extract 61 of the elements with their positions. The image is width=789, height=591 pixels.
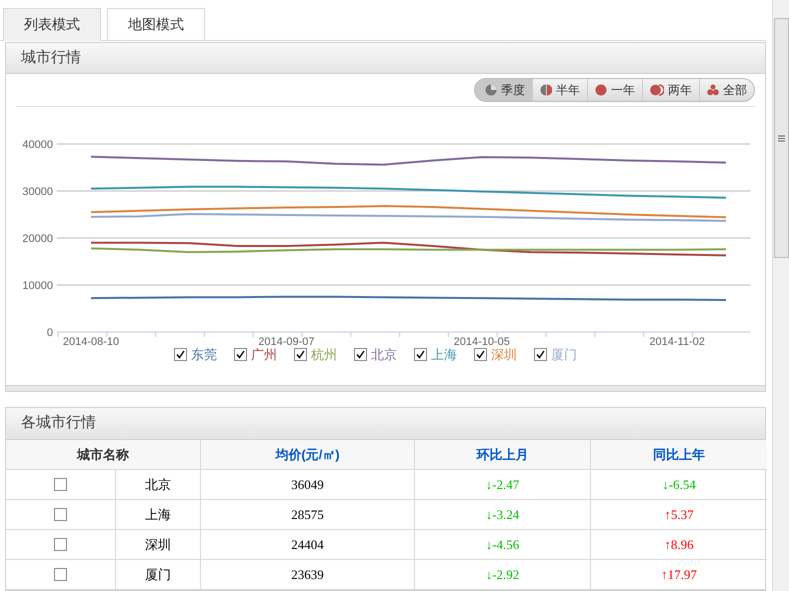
x-axis-label: 2014-08-10 bbox=[62, 336, 120, 348]
y-axis-label: 40000 bbox=[22, 139, 53, 151]
table-cell: 28575 bbox=[201, 500, 415, 530]
table-cell: 深圳 bbox=[116, 530, 201, 560]
column-header[interactable]: 均价(元/㎡) bbox=[201, 440, 415, 470]
legend-checkbox[interactable] bbox=[174, 348, 187, 362]
panel-title: 城市行情 bbox=[21, 48, 81, 68]
range-button[interactable]: 两年 bbox=[643, 79, 700, 101]
legend-label[interactable]: 广州 bbox=[251, 345, 277, 364]
table-cell: ↓-6.54 bbox=[591, 470, 767, 500]
legend-checkbox[interactable] bbox=[534, 348, 547, 362]
half-circle-icon bbox=[540, 84, 552, 96]
y-axis-label: 0 bbox=[46, 327, 53, 339]
legend-label[interactable]: 北京 bbox=[371, 345, 397, 364]
column-header[interactable]: 环比上月 bbox=[415, 440, 591, 470]
legend-label[interactable]: 东莞 bbox=[191, 345, 217, 364]
table-cell: ↑5.37 bbox=[591, 500, 767, 530]
x-axis-label: 2014-10-05 bbox=[454, 336, 510, 348]
table-cell: ↓-3.24 bbox=[415, 500, 591, 530]
table-cell: 24404 bbox=[201, 530, 415, 560]
y-axis-label: 30000 bbox=[22, 186, 53, 198]
circles-cluster-icon bbox=[707, 84, 719, 96]
legend-checkbox[interactable] bbox=[474, 348, 487, 362]
table-cell: ↑17.97 bbox=[591, 560, 767, 590]
table-cell: 北京 bbox=[116, 470, 201, 500]
legend-checkbox[interactable] bbox=[294, 348, 307, 362]
scrollbar-thumb[interactable] bbox=[774, 18, 788, 258]
y-axis-label: 10000 bbox=[22, 280, 53, 292]
range-button[interactable]: 一年 bbox=[588, 79, 643, 101]
table-cell: ↓-4.56 bbox=[415, 530, 591, 560]
row-checkbox[interactable] bbox=[54, 568, 67, 581]
table-cell: 厦门 bbox=[116, 560, 201, 590]
row-checkbox[interactable] bbox=[54, 478, 67, 491]
column-header: 城市名称 bbox=[6, 440, 201, 470]
panel-title: 各城市行情 bbox=[21, 413, 96, 434]
legend-checkbox[interactable] bbox=[414, 348, 427, 362]
tab[interactable]: 列表模式 bbox=[3, 8, 101, 41]
range-button[interactable]: 半年 bbox=[533, 79, 588, 101]
table-cell: 23639 bbox=[201, 560, 415, 590]
grip-icon bbox=[778, 134, 784, 142]
range-button[interactable]: 全部 bbox=[700, 79, 754, 101]
table-cell: 36049 bbox=[201, 470, 415, 500]
x-axis-label: 2014-11-02 bbox=[649, 336, 705, 348]
legend-label[interactable]: 上海 bbox=[431, 345, 457, 364]
scrollbar[interactable] bbox=[772, 0, 789, 591]
legend-checkbox[interactable] bbox=[234, 348, 247, 362]
circle-icon bbox=[595, 84, 607, 96]
tab[interactable]: 地图模式 bbox=[107, 8, 205, 41]
row-checkbox[interactable] bbox=[54, 538, 67, 551]
pie-chart-icon bbox=[485, 84, 497, 96]
double-circle-icon bbox=[650, 84, 664, 96]
y-axis-label: 20000 bbox=[22, 233, 53, 245]
table-cell: ↑8.96 bbox=[591, 530, 767, 560]
row-checkbox[interactable] bbox=[54, 508, 67, 521]
range-button[interactable]: 季度 bbox=[475, 79, 533, 101]
legend-checkbox[interactable] bbox=[354, 348, 367, 362]
table-cell: 上海 bbox=[116, 500, 201, 530]
column-header[interactable]: 同比上年 bbox=[591, 440, 767, 470]
table-cell: ↓-2.47 bbox=[415, 470, 591, 500]
table-cell: ↓-2.92 bbox=[415, 560, 591, 590]
x-axis-label: 2014-09-07 bbox=[258, 336, 315, 348]
